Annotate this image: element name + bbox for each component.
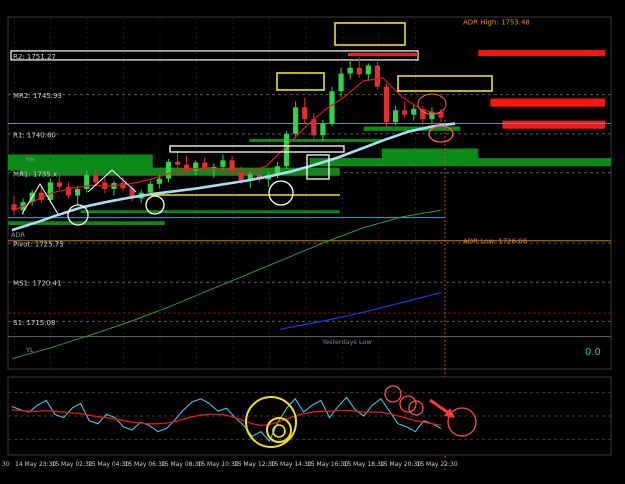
candle-body xyxy=(238,171,244,181)
candle-body xyxy=(220,160,226,167)
candle-body xyxy=(174,161,181,165)
chart-window: R2: 1751.27 MR2: 1745.93 R1: 1740.60 MR1: 1… xyxy=(0,0,625,480)
candle-body xyxy=(93,174,99,183)
level-label: MS1: 1720.41 xyxy=(13,280,61,288)
candle-body xyxy=(402,110,408,115)
candle-body xyxy=(392,110,399,123)
candle-body xyxy=(320,123,326,136)
candle-body xyxy=(156,178,162,184)
price-pane xyxy=(7,16,612,370)
adr-label: ADR Low: 1726.06 xyxy=(463,238,528,246)
x-tick-label: 15 May 18:30 xyxy=(344,461,385,468)
x-tick-label: 15 May 10:30 xyxy=(198,461,239,468)
candle-body xyxy=(338,73,344,92)
green-zone xyxy=(249,138,382,142)
candle-body xyxy=(411,108,417,115)
x-tick-label: 30 xyxy=(2,461,10,468)
candle-body xyxy=(165,161,172,179)
candle-body xyxy=(147,183,153,193)
candle-body xyxy=(302,107,308,120)
x-tick-label: 15 May 08:30 xyxy=(161,461,202,468)
x-tick-label: 14 May 23:30 xyxy=(15,461,56,468)
green-zone xyxy=(80,210,340,214)
chart-mark-label: YH xyxy=(25,156,35,164)
level-label: R1: 1740.60 xyxy=(13,131,56,139)
x-tick-label: 15 May 02:30 xyxy=(52,461,93,468)
x-tick-label: 15 May 14:30 xyxy=(271,461,312,468)
green-zone xyxy=(381,148,479,159)
level-label: Pivot: 1725.75 xyxy=(13,240,64,248)
red-zone xyxy=(478,50,605,56)
indicator-readout: 0.0 xyxy=(585,347,601,358)
candle-body xyxy=(374,65,381,87)
candle-body xyxy=(383,86,390,123)
candle-body xyxy=(193,162,199,171)
chart-mark-label: Yesterdays Low xyxy=(321,338,372,346)
x-tick-label: 15 May 06:30 xyxy=(125,461,166,468)
level-label: MR1: 1735.x xyxy=(13,170,57,178)
candle-body xyxy=(365,65,371,75)
candle-body xyxy=(356,67,362,75)
x-tick-label: 15 May 16:30 xyxy=(307,461,348,468)
candle-body xyxy=(283,133,290,167)
candle-body xyxy=(293,107,299,134)
x-tick-label: 15 May 22:30 xyxy=(417,461,458,468)
adr-label: ADR High: 1753.48 xyxy=(463,18,530,26)
candle-body xyxy=(347,67,353,74)
level-label: MR2: 1745.93 xyxy=(13,92,62,100)
green-zone xyxy=(309,158,611,167)
x-tick-label: 15 May 04:30 xyxy=(88,461,129,468)
level-label: R2: 1751.27 xyxy=(13,53,56,61)
x-tick-label: 15 May 20:30 xyxy=(380,461,421,468)
candle-body xyxy=(74,188,81,196)
red-zone xyxy=(490,98,605,107)
candle-body xyxy=(329,91,335,124)
chart-mark-label: ADR xyxy=(11,231,25,239)
level-label: S1: 1715.08 xyxy=(13,319,55,327)
candle-body xyxy=(56,182,63,187)
red-zone xyxy=(502,120,605,129)
trading-chart[interactable]: R2: 1751.27 MR2: 1745.93 R1: 1740.60 MR1: 1… xyxy=(0,0,625,480)
candle-body xyxy=(229,160,235,172)
x-tick-label: 15 May 12:30 xyxy=(234,461,275,468)
